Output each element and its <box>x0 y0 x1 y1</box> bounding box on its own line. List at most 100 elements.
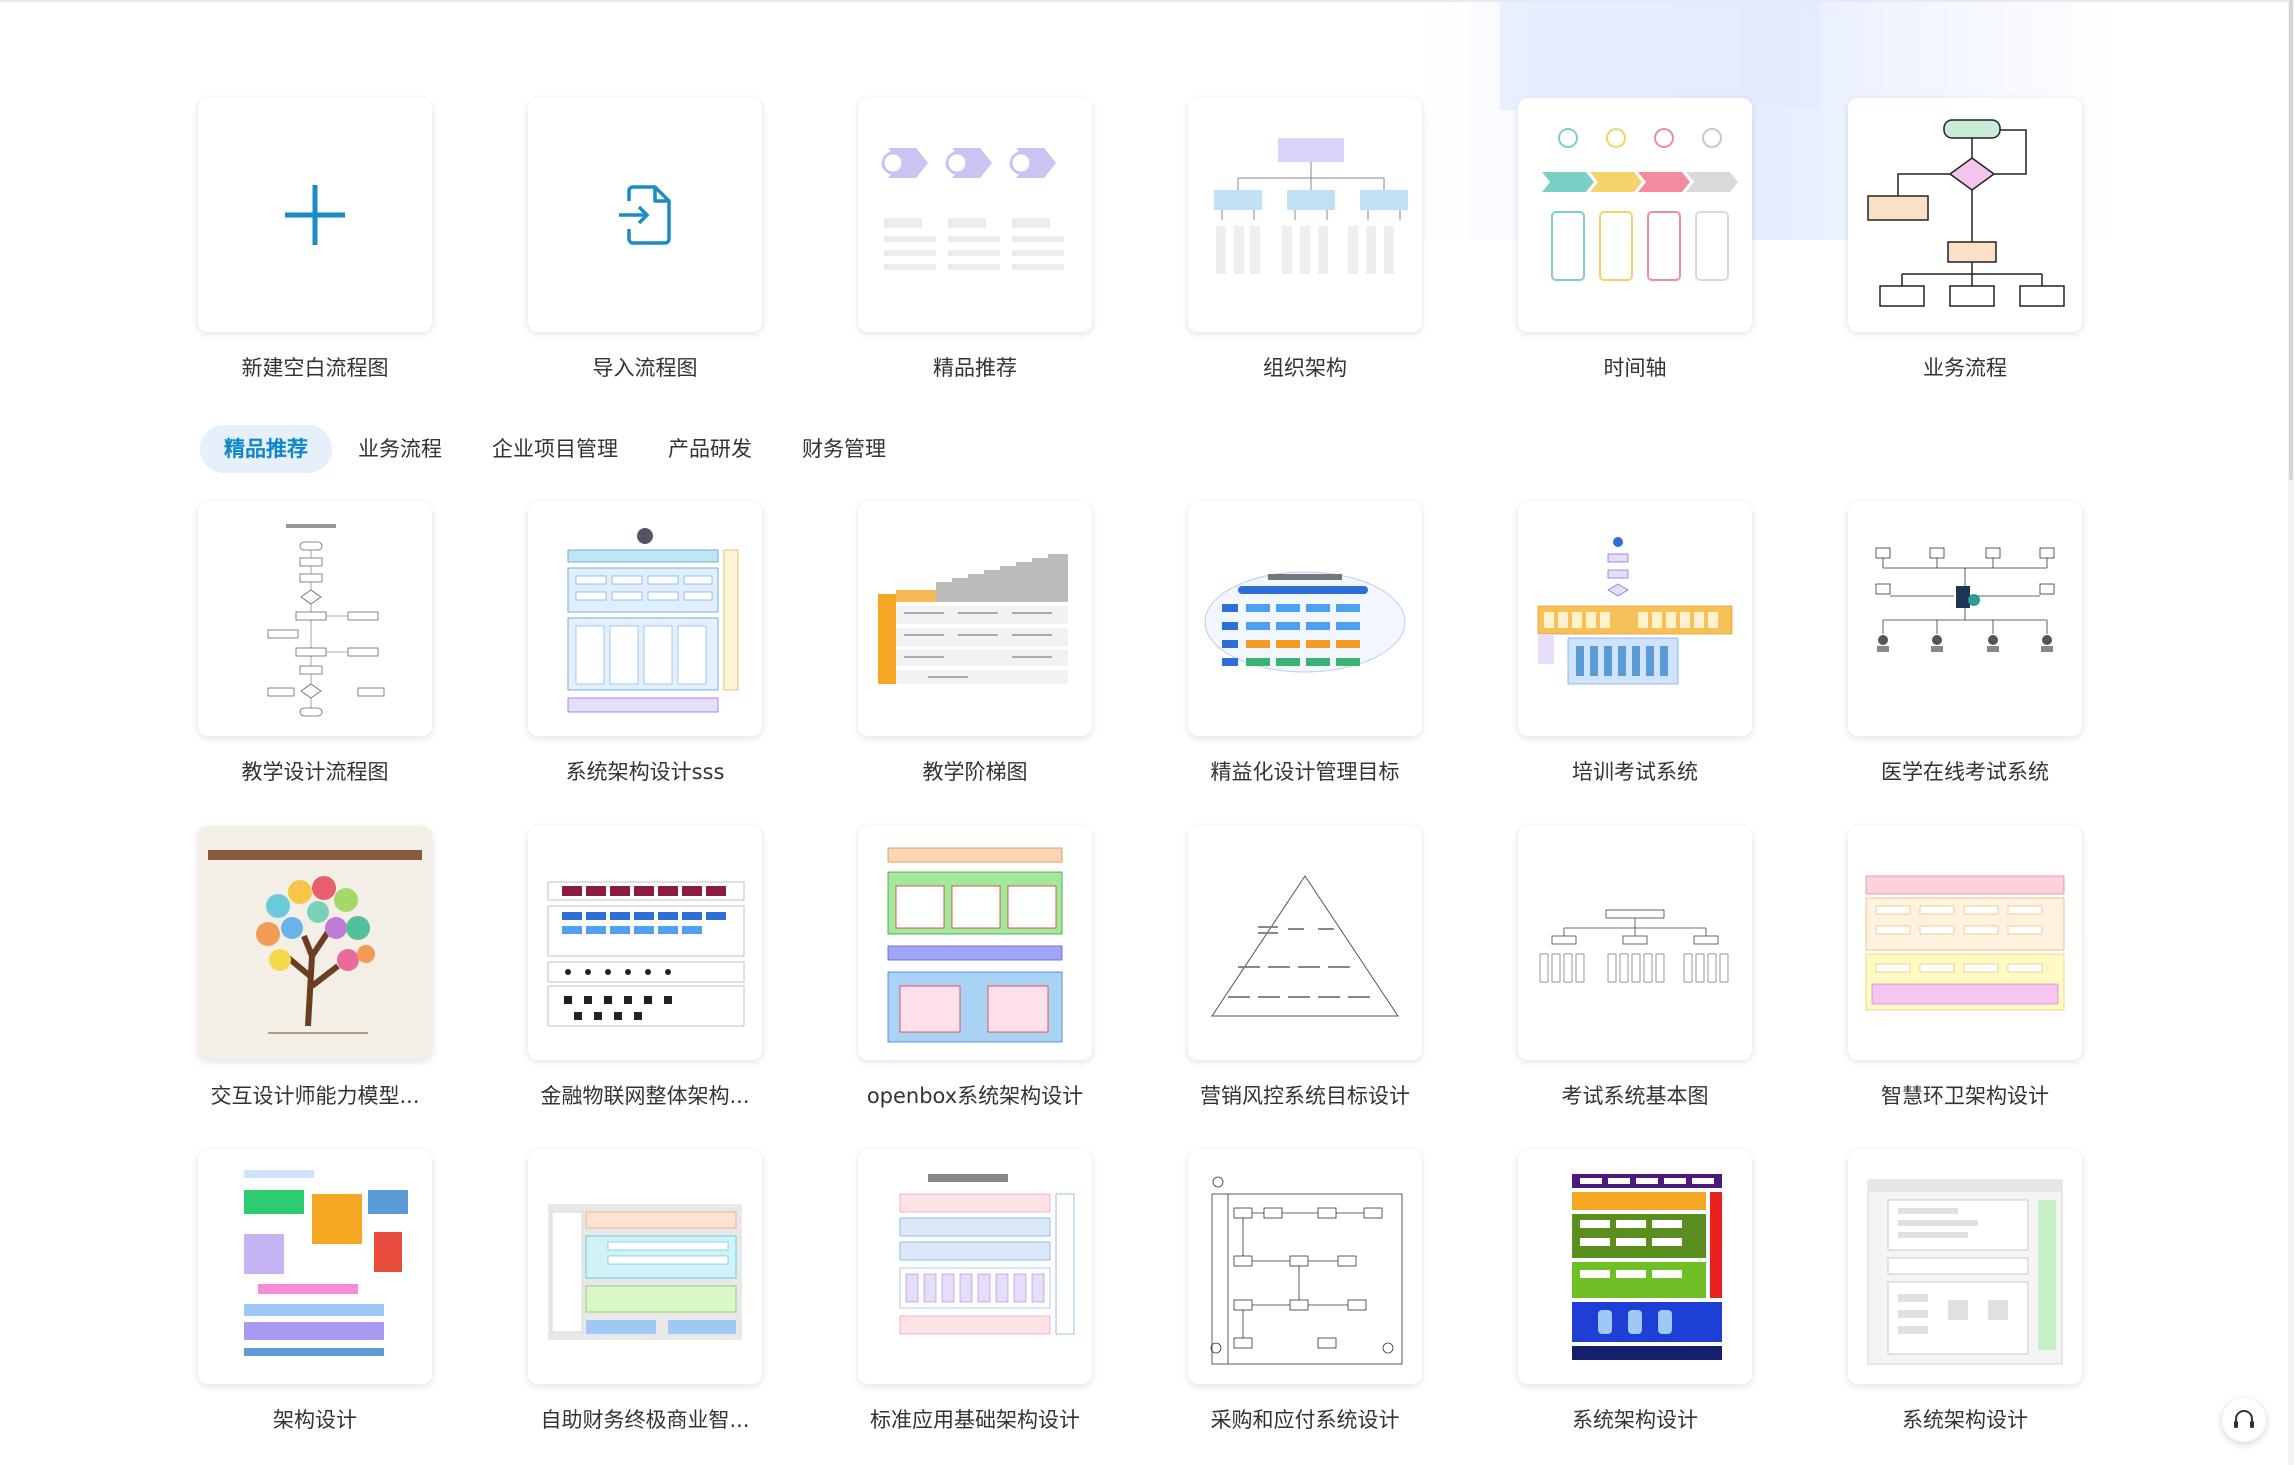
template-thumbnail[interactable] <box>1848 1150 2082 1384</box>
new-blank-flowchart-card[interactable]: 新建空白流程图 <box>198 98 432 382</box>
premium-label: 精品推荐 <box>933 356 1017 380</box>
import-file-icon <box>619 185 671 245</box>
template-thumbnail[interactable] <box>198 1150 432 1384</box>
org-chart-card[interactable]: 组织架构 <box>1188 98 1422 382</box>
template-card[interactable]: openbox系统架构设计 <box>858 826 1092 1110</box>
fintech-iot-thumbnail-image <box>547 881 745 1027</box>
template-title: 交互设计师能力模型... <box>210 1084 420 1108</box>
template-title: 金融物联网整体架构... <box>540 1084 750 1108</box>
premium-preview-image <box>881 148 1064 270</box>
timeline-label: 时间轴 <box>1603 356 1667 380</box>
template-card[interactable]: 培训考试系统 <box>1518 502 1752 786</box>
plus-icon <box>285 185 345 245</box>
template-title: 医学在线考试系统 <box>1881 760 2049 784</box>
template-thumbnail[interactable] <box>198 826 432 1060</box>
template-card[interactable]: 交互设计师能力模型... <box>198 826 432 1110</box>
template-thumbnail[interactable] <box>858 502 1092 736</box>
medical-exam-thumbnail-image <box>1875 547 2055 652</box>
tab-product-rd[interactable]: 产品研发 <box>644 425 776 473</box>
openbox-thumbnail-image <box>887 847 1063 1043</box>
template-title: 营销风控系统目标设计 <box>1200 1084 1410 1108</box>
org-chart-preview-image <box>1214 138 1408 274</box>
template-thumbnail[interactable] <box>1518 826 1752 1060</box>
premium-preview[interactable] <box>858 98 1092 332</box>
exam-system-thumbnail-image <box>1539 909 1729 983</box>
template-thumbnail[interactable] <box>528 826 762 1060</box>
template-card[interactable]: 医学在线考试系统 <box>1848 502 2082 786</box>
headset-icon <box>2234 1410 2254 1428</box>
template-thumbnail[interactable] <box>1518 1150 1752 1384</box>
template-card[interactable]: 考试系统基本图 <box>1518 826 1752 1110</box>
import-flowchart-button[interactable] <box>528 98 762 332</box>
tab-business-flow[interactable]: 业务流程 <box>334 425 466 473</box>
template-title: 教学设计流程图 <box>241 760 389 784</box>
system-architecture-thumbnail-image <box>1572 1174 1722 1360</box>
template-card[interactable]: 教学阶梯图 <box>858 502 1092 786</box>
import-flowchart-label: 导入流程图 <box>592 356 698 380</box>
template-card[interactable]: 营销风控系统目标设计 <box>1188 826 1422 1110</box>
tab-finance[interactable]: 财务管理 <box>778 425 910 473</box>
template-card[interactable]: 智慧环卫架构设计 <box>1848 826 2082 1110</box>
template-card[interactable]: 精益化设计管理目标 <box>1188 502 1422 786</box>
new-blank-flowchart-label: 新建空白流程图 <box>241 356 389 380</box>
premium-card[interactable]: 精品推荐 <box>858 98 1092 382</box>
template-card[interactable]: 自助财务终极商业智... <box>528 1150 762 1434</box>
business-flow-preview-image <box>1867 119 2065 307</box>
business-flow-card[interactable]: 业务流程 <box>1848 98 2082 382</box>
template-card[interactable]: 系统架构设计 <box>1518 1150 1752 1434</box>
template-title: 系统架构设计sss <box>565 760 725 784</box>
tab-enterprise-project[interactable]: 企业项目管理 <box>468 425 642 473</box>
template-thumbnail[interactable] <box>1518 502 1752 736</box>
template-title: 考试系统基本图 <box>1561 1084 1709 1108</box>
training-exam-thumbnail-image <box>1537 537 1733 685</box>
org-chart-preview[interactable] <box>1188 98 1422 332</box>
template-title: 培训考试系统 <box>1572 760 1698 784</box>
customer-service-button[interactable] <box>2222 1398 2266 1442</box>
template-title: 精益化设计管理目标 <box>1210 760 1400 784</box>
business-flow-preview[interactable] <box>1848 98 2082 332</box>
template-title: 系统架构设计 <box>1902 1408 2028 1432</box>
template-card[interactable]: 采购和应付系统设计 <box>1188 1150 1422 1434</box>
timeline-preview-image <box>1542 128 1738 281</box>
import-flowchart-card[interactable]: 导入流程图 <box>528 98 762 382</box>
timeline-card[interactable]: 时间轴 <box>1518 98 1752 382</box>
architecture-thumbnail-image <box>567 528 739 713</box>
flowchart-thumbnail-image <box>267 524 385 717</box>
template-card[interactable]: 系统架构设计 <box>1848 1150 2082 1434</box>
template-card[interactable]: 教学设计流程图 <box>198 502 432 786</box>
org-chart-label: 组织架构 <box>1263 356 1347 380</box>
smart-sanitation-thumbnail-image <box>1865 875 2065 1011</box>
template-card[interactable]: 架构设计 <box>198 1150 432 1434</box>
template-card[interactable]: 金融物联网整体架构... <box>528 826 762 1110</box>
template-title: 采购和应付系统设计 <box>1210 1408 1400 1432</box>
template-thumbnail[interactable] <box>1188 502 1422 736</box>
self-service-finance-thumbnail-image <box>548 1204 742 1340</box>
template-thumbnail[interactable] <box>1188 1150 1422 1384</box>
template-thumbnail[interactable] <box>198 502 432 736</box>
template-thumbnail[interactable] <box>528 502 762 736</box>
timeline-preview[interactable] <box>1518 98 1752 332</box>
lean-design-thumbnail-image <box>1204 571 1406 673</box>
template-thumbnail[interactable] <box>1848 826 2082 1060</box>
standard-app-infra-thumbnail-image <box>899 1174 1075 1335</box>
ladder-thumbnail-image <box>878 554 1068 684</box>
template-thumbnail[interactable] <box>528 1150 762 1384</box>
tab-premium[interactable]: 精品推荐 <box>200 425 332 473</box>
template-thumbnail[interactable] <box>1848 502 2082 736</box>
template-title: 标准应用基础架构设计 <box>870 1408 1080 1432</box>
new-blank-flowchart-button[interactable] <box>198 98 432 332</box>
marketing-risk-thumbnail-image <box>1211 875 1399 1017</box>
template-thumbnail[interactable] <box>858 1150 1092 1384</box>
capability-tree-thumbnail-image <box>208 850 422 1034</box>
template-title: 自助财务终极商业智... <box>540 1408 750 1432</box>
system-architecture-2-thumbnail-image <box>1867 1179 2063 1365</box>
template-title: openbox系统架构设计 <box>866 1084 1084 1108</box>
template-card[interactable]: 系统架构设计sss <box>528 502 762 786</box>
template-title: 系统架构设计 <box>1572 1408 1698 1432</box>
background-glow-tile <box>1500 0 1820 110</box>
template-thumbnail[interactable] <box>1188 826 1422 1060</box>
quick-actions-row: 新建空白流程图 导入流程图 精品推荐 组织架构 时间轴 业务流程 <box>0 98 2294 398</box>
procurement-payable-thumbnail-image <box>1210 1176 1403 1365</box>
template-card[interactable]: 标准应用基础架构设计 <box>858 1150 1092 1434</box>
template-thumbnail[interactable] <box>858 826 1092 1060</box>
